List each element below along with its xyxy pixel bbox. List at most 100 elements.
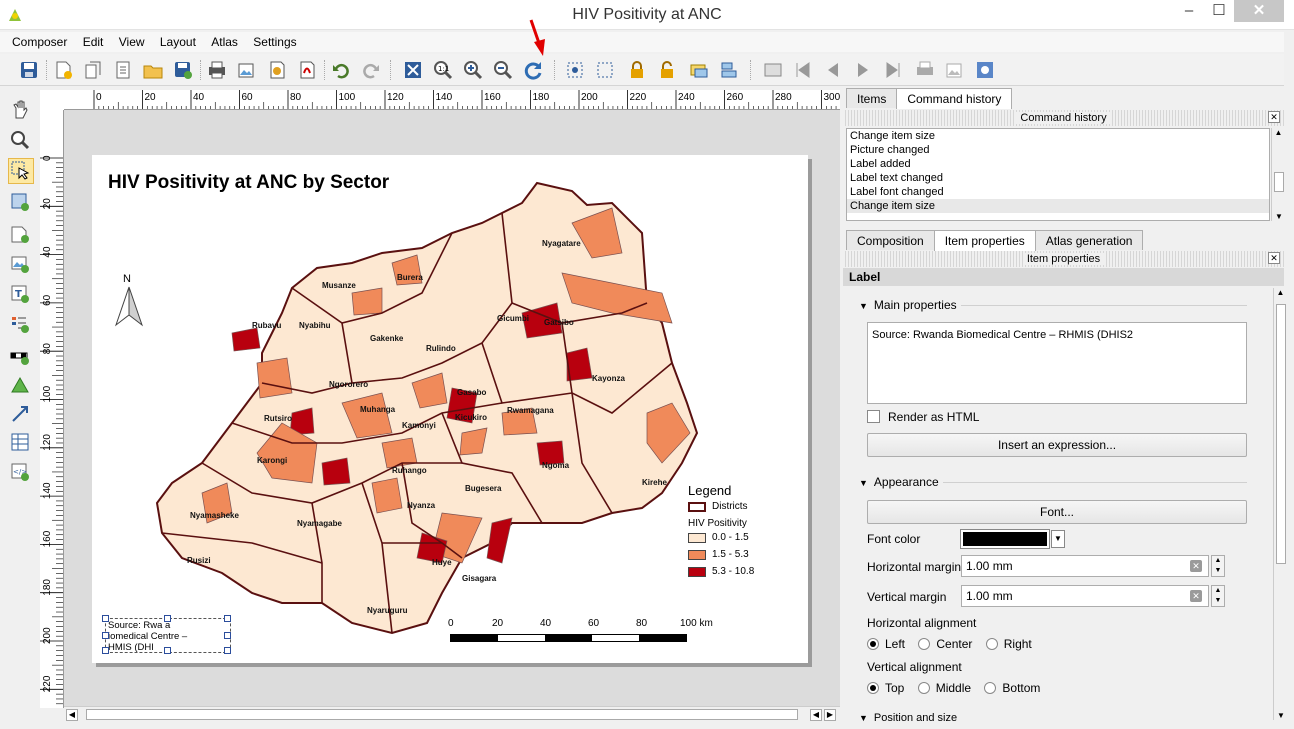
tab-item-properties[interactable]: Item properties — [933, 230, 1036, 251]
resize-handle[interactable] — [102, 615, 109, 622]
clear-icon[interactable]: ✕ — [1190, 560, 1202, 572]
resize-handle[interactable] — [224, 632, 231, 639]
close-panel-icon[interactable]: ✕ — [1268, 252, 1280, 264]
resize-handle[interactable] — [164, 615, 171, 622]
radio-left[interactable]: Left — [867, 637, 905, 651]
scroll-up-icon[interactable]: ▲ — [1272, 128, 1285, 137]
zoom-in-icon[interactable] — [462, 59, 486, 81]
export-pdf-icon[interactable] — [296, 59, 320, 81]
render-html-checkbox[interactable]: Render as HTML — [867, 410, 979, 424]
close-button[interactable]: ✕ — [1234, 0, 1284, 22]
composer-canvas[interactable]: HIV Positivity at ANC by Sector N Nyagat… — [64, 110, 840, 708]
rwanda-sector-map[interactable]: Nyagatare Burera Musanze Gicumbi Gatsibo Ruba… — [142, 163, 702, 643]
horizontal-margin-input[interactable]: 1.00 mm ✕ — [961, 555, 1209, 577]
minimize-button[interactable]: ‒ — [1172, 0, 1206, 22]
unlock-icon[interactable] — [656, 59, 680, 81]
add-attribute-table-tool-icon[interactable] — [8, 430, 34, 456]
radio-icon[interactable] — [867, 638, 879, 650]
checkbox-icon[interactable] — [867, 410, 880, 423]
tab-command-history[interactable]: Command history — [896, 88, 1013, 109]
clear-icon[interactable]: ✕ — [1190, 590, 1202, 602]
resize-handle[interactable] — [102, 632, 109, 639]
refresh-view-icon[interactable] — [522, 59, 546, 81]
radio-icon[interactable] — [984, 682, 997, 694]
canvas-horizontal-scrollbar[interactable]: ◀ ◀ ▶ — [64, 706, 840, 722]
add-map-tool-icon[interactable] — [8, 222, 34, 248]
radio-right[interactable]: Right — [985, 637, 1032, 651]
zoom-actual-icon[interactable]: 1:1 — [432, 59, 456, 81]
radio-icon[interactable] — [867, 682, 879, 694]
page[interactable]: HIV Positivity at ANC by Sector N Nyagat… — [92, 155, 808, 663]
new-composer-icon[interactable] — [52, 59, 76, 81]
history-item[interactable]: Label text changed — [847, 171, 1269, 185]
radio-center[interactable]: Center — [918, 637, 972, 651]
insert-expression-button[interactable]: Insert an expression... — [867, 433, 1247, 457]
add-image-tool-icon[interactable] — [8, 252, 34, 278]
scroll-left-icon[interactable]: ◀ — [810, 709, 822, 721]
radio-top[interactable]: Top — [867, 681, 904, 695]
radio-icon[interactable] — [985, 638, 998, 650]
maximize-button[interactable]: ☐ — [1202, 0, 1236, 22]
tab-items[interactable]: Items — [846, 88, 898, 108]
print-icon[interactable] — [206, 59, 230, 81]
export-atlas-icon[interactable] — [944, 59, 968, 81]
map-legend[interactable]: Legend Districts HIV Positivity 0.0 - 1.… — [688, 483, 798, 580]
scroll-down-icon[interactable]: ▼ — [1272, 212, 1286, 221]
resize-handle[interactable] — [164, 647, 171, 654]
resize-handle[interactable] — [224, 647, 231, 654]
history-item-selected[interactable]: Change item size — [847, 199, 1269, 213]
close-panel-icon[interactable]: ✕ — [1268, 111, 1280, 123]
zoom-tool-icon[interactable] — [8, 128, 34, 154]
add-legend-tool-icon[interactable] — [8, 312, 34, 338]
vertical-margin-stepper[interactable]: ▲ ▼ — [1211, 585, 1225, 607]
scroll-up-icon[interactable]: ▲ — [1274, 288, 1287, 297]
composer-manager-icon[interactable] — [112, 59, 136, 81]
redo-icon[interactable] — [360, 59, 384, 81]
scale-bar[interactable]: 0 20 40 60 80 100 km — [448, 618, 713, 648]
next-feature-icon[interactable] — [852, 59, 876, 81]
undo-icon[interactable] — [330, 59, 354, 81]
menu-layout[interactable]: Layout — [154, 32, 202, 49]
save-icon[interactable] — [18, 59, 42, 81]
lock-icon[interactable] — [626, 59, 650, 81]
horizontal-margin-stepper[interactable]: ▲ ▼ — [1211, 555, 1225, 577]
atlas-settings-icon[interactable] — [974, 59, 998, 81]
main-properties-toggle[interactable]: Main properties — [859, 298, 957, 312]
menu-settings[interactable]: Settings — [247, 32, 302, 49]
radio-icon[interactable] — [917, 682, 930, 694]
export-svg-icon[interactable] — [266, 59, 290, 81]
resize-handle[interactable] — [224, 615, 231, 622]
add-arrow-tool-icon[interactable] — [8, 402, 34, 428]
zoom-out-icon[interactable] — [492, 59, 516, 81]
chevron-down-icon[interactable]: ▼ — [1051, 530, 1065, 548]
menu-composer[interactable]: Composer — [0, 32, 73, 49]
properties-scrollbar[interactable]: ▲ ▼ — [1273, 288, 1287, 720]
scroll-thumb[interactable] — [1274, 172, 1284, 192]
zoom-full-icon[interactable] — [402, 59, 426, 81]
group-items-icon[interactable] — [688, 59, 712, 81]
move-content-tool-icon[interactable] — [8, 190, 34, 216]
history-scrollbar[interactable]: ▲ ▼ — [1271, 128, 1285, 221]
duplicate-composer-icon[interactable] — [82, 59, 106, 81]
source-label-selected[interactable]: Source: Rwa a iomedical Centre – HMIS (D… — [102, 615, 231, 654]
menu-edit[interactable]: Edit — [77, 32, 110, 49]
atlas-preview-icon[interactable] — [762, 59, 786, 81]
add-html-frame-tool-icon[interactable]: </> — [8, 460, 34, 486]
previous-feature-icon[interactable] — [822, 59, 846, 81]
position-size-toggle[interactable]: Position and size — [859, 712, 957, 724]
add-label-tool-icon[interactable]: T — [8, 282, 34, 308]
deselect-all-icon[interactable] — [594, 59, 618, 81]
history-item[interactable]: Label font changed — [847, 185, 1269, 199]
tab-composition[interactable]: Composition — [846, 230, 935, 250]
scroll-down-icon[interactable]: ▼ — [1274, 711, 1288, 720]
radio-icon[interactable] — [918, 638, 931, 650]
history-item[interactable]: Picture changed — [847, 143, 1269, 157]
add-scalebar-tool-icon[interactable] — [8, 344, 34, 370]
menu-atlas[interactable]: Atlas — [205, 32, 244, 49]
print-atlas-icon[interactable] — [914, 59, 938, 81]
font-button[interactable]: Font... — [867, 500, 1247, 524]
add-shape-tool-icon[interactable] — [8, 374, 34, 400]
font-color-button[interactable] — [960, 529, 1050, 549]
appearance-toggle[interactable]: Appearance — [859, 475, 939, 489]
scroll-left-icon[interactable]: ◀ — [66, 709, 78, 721]
